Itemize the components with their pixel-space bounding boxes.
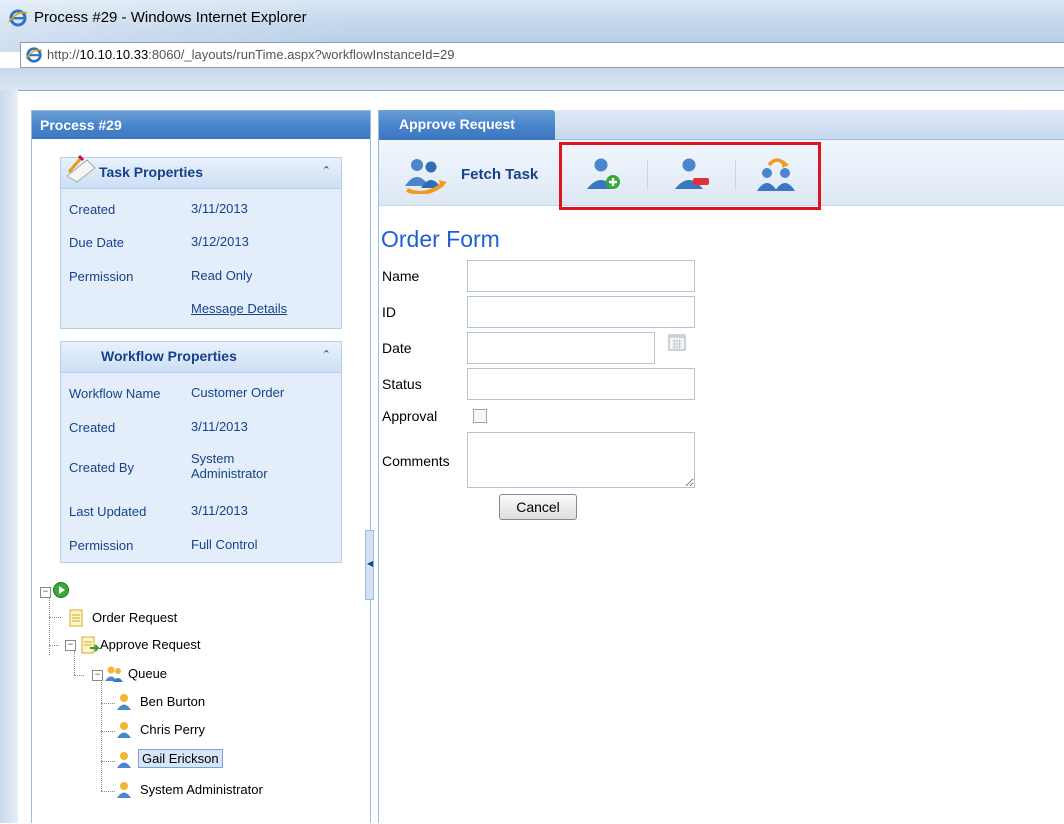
message-details-link[interactable]: Message Details (191, 302, 287, 316)
tree-node-label: Queue (128, 666, 168, 681)
tree-node-label: Approve Request (100, 637, 201, 652)
tree-node-label: Chris Perry (140, 722, 206, 737)
fetch-task-icon (405, 159, 447, 194)
toolbar-highlight-box (559, 142, 821, 210)
tab-approve-request[interactable]: Approve Request (379, 110, 555, 140)
task-toolbar: Fetch Task (379, 140, 1064, 210)
form-title: Order Form (381, 226, 500, 252)
panel-splitter-handle[interactable]: ◀ (365, 530, 374, 600)
date-label: Date (382, 340, 412, 356)
comments-label: Comments (382, 453, 450, 469)
workflow-properties-header[interactable]: Workflow Properties ⌃ (61, 342, 341, 373)
property-label: Created (69, 420, 116, 435)
comments-textarea[interactable] (467, 432, 695, 488)
fetch-task-label: Fetch Task (461, 166, 539, 183)
collapse-icon[interactable]: ⌃ (322, 164, 331, 177)
property-value: 3/12/2013 (191, 234, 249, 249)
process-panel-title: Process #29 (40, 117, 122, 133)
calendar-icon[interactable] (668, 333, 686, 351)
group-icon (105, 666, 123, 682)
collapse-approve-toggle[interactable]: − (65, 640, 76, 651)
approval-checkbox[interactable] (473, 409, 487, 423)
tree-node-label: Ben Burton (140, 694, 206, 709)
property-label: Last Updated (69, 504, 147, 519)
task-note-icon (66, 154, 96, 183)
property-label: Permission (69, 538, 134, 553)
task-properties-title: Task Properties (99, 164, 204, 180)
property-label: Created By (69, 460, 135, 475)
address-bar[interactable]: http://10.10.10.33:8060/_layouts/runTime… (20, 42, 1064, 68)
task-properties-header[interactable]: Task Properties ⌃ (61, 154, 341, 189)
status-field[interactable] (467, 368, 695, 400)
window-left-edge (0, 90, 18, 823)
document-icon (69, 609, 83, 627)
status-label: Status (382, 376, 422, 392)
process-panel-header: Process #29 (32, 111, 370, 139)
user-icon (117, 782, 131, 798)
user-icon (117, 722, 131, 738)
collapse-root-toggle[interactable]: − (40, 587, 51, 598)
url-text[interactable]: http://10.10.10.33:8060/_layouts/runTime… (47, 47, 455, 62)
task-properties-box: Task Properties ⌃ Created 3/11/2013 Due … (60, 154, 342, 329)
approve-task-icon (81, 636, 100, 654)
cancel-button[interactable]: Cancel (499, 494, 577, 520)
name-field[interactable] (467, 260, 695, 292)
property-value: Read Only (191, 268, 253, 283)
workflow-properties-title: Workflow Properties (101, 348, 237, 364)
property-value: 3/11/2013 (191, 201, 248, 216)
property-value: Customer Order (191, 385, 285, 400)
collapse-left-arrow-icon: ◀ (367, 559, 374, 568)
process-panel: Process #29 Task Properties ⌃ Created 3/… (31, 110, 371, 823)
property-value-line1: System (191, 451, 235, 466)
id-label: ID (382, 304, 396, 320)
ie-logo-icon (8, 9, 28, 27)
fetch-task-button[interactable]: Fetch Task (399, 156, 549, 194)
property-value: 3/11/2013 (191, 503, 248, 518)
tree-node-label: Gail Erickson (138, 749, 223, 768)
user-icon (117, 752, 131, 768)
tree-node-label: Order Request (92, 610, 178, 625)
property-value: 3/11/2013 (191, 419, 248, 434)
url-path: :8060/_layouts/runTime.aspx?workflowInst… (148, 47, 455, 62)
start-icon (53, 582, 69, 598)
property-value-line2: Administrator (191, 466, 268, 481)
collapse-queue-toggle[interactable]: − (92, 670, 103, 681)
property-label: Permission (69, 269, 134, 284)
property-label: Workflow Name (69, 386, 161, 401)
window-title: Process #29 - Windows Internet Explorer (34, 9, 307, 26)
user-icon (117, 694, 131, 710)
workflow-tree: − Order Request − Approve Request − Queu… (32, 571, 370, 821)
collapse-icon[interactable]: ⌃ (322, 348, 331, 361)
page-ie-icon (25, 47, 43, 63)
workflow-properties-box: Workflow Properties ⌃ Workflow Name Cust… (60, 341, 342, 563)
task-panel: Approve Request Fetch Task Order Form Na… (378, 110, 1064, 823)
date-field[interactable] (467, 332, 655, 364)
url-prefix: http:// (47, 47, 80, 62)
name-label: Name (382, 268, 420, 284)
tab-label: Approve Request (399, 116, 515, 132)
tab-strip: Approve Request (379, 110, 1064, 140)
approval-label: Approval (382, 408, 438, 424)
property-label: Due Date (69, 235, 124, 250)
url-host: 10.10.10.33 (79, 47, 149, 62)
id-field[interactable] (467, 296, 695, 328)
tree-node-label: System Administrator (140, 782, 263, 797)
property-value: Full Control (191, 537, 258, 552)
property-label: Created (69, 202, 116, 217)
